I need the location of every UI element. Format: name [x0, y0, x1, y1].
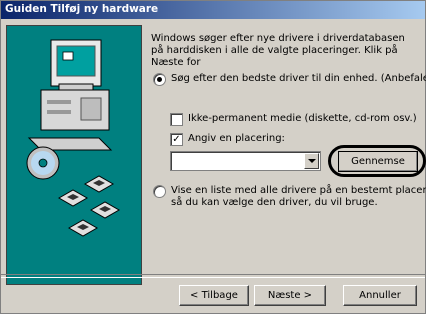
title-bar[interactable]: Guiden Tilføj ny hardware [1, 1, 425, 19]
cancel-button-label: Annuller [359, 290, 401, 301]
radio-list-line1: Vise en liste med alle drivere på en bes… [171, 185, 426, 196]
next-button-label: Næste > [267, 290, 313, 301]
floppy-disk-icon [57, 189, 89, 207]
checkbox-specify-location[interactable]: ✓ [170, 133, 183, 146]
chevron-down-icon[interactable] [304, 153, 319, 169]
radio-search-label: Søg efter den bedste driver til din enhe… [171, 73, 426, 84]
location-combo[interactable] [170, 151, 321, 171]
separator [1, 274, 425, 278]
radio-search-best-driver[interactable] [153, 73, 166, 86]
wizard-illustration [6, 25, 142, 285]
cd-icon [26, 146, 60, 180]
checkbox-removable-media[interactable] [170, 113, 183, 126]
radio-show-list[interactable] [153, 185, 166, 198]
cancel-button[interactable]: Annuller [343, 285, 417, 306]
back-button-label: < Tilbage [190, 290, 238, 301]
window-title: Guiden Tilføj ny hardware [5, 3, 159, 15]
radio-list-line2: så du kan vælge den driver, du vil bruge… [171, 197, 378, 208]
checkbox-removable-label: Ikke-permanent medie (diskette, cd-rom o… [188, 113, 417, 124]
checkbox-location-label: Angiv en placering: [188, 133, 285, 144]
intro-text: Windows søger efter nye drivere i driver… [151, 33, 405, 68]
next-button[interactable]: Næste > [254, 285, 326, 306]
highlight-outline [328, 145, 426, 177]
back-button[interactable]: < Tilbage [179, 285, 249, 306]
floppy-disk-icon [67, 219, 99, 237]
hardware-wizard-window: Guiden Tilføj ny hardware Windows søger … [0, 0, 426, 314]
